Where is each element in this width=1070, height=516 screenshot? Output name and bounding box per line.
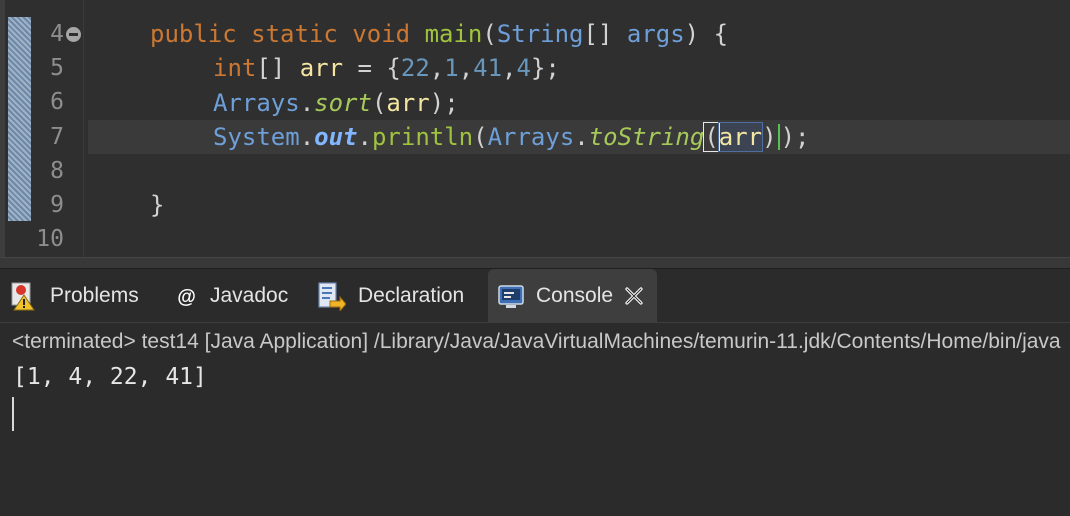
close-icon[interactable]	[623, 285, 645, 307]
occurrence-highlight: arr	[717, 122, 764, 152]
code-line-5[interactable]: 5 public static void main(String[] args)…	[0, 17, 1070, 81]
code-line-8[interactable]: 8 System.out.println(Arrays.toString(arr…	[0, 120, 1070, 184]
fold-collapse-icon[interactable]	[66, 27, 81, 42]
code-line-11[interactable]: 11	[0, 222, 1070, 256]
code-text: public static void main(String[] args) {	[150, 20, 729, 48]
console-view[interactable]: <terminated> test14 [Java Application] /…	[0, 322, 1070, 516]
view-sash[interactable]	[0, 257, 1070, 269]
terminated-status: <terminated> test14 [Java Application] /…	[12, 330, 1061, 353]
tab-declaration[interactable]: Declaration	[318, 269, 464, 322]
tab-label: Console	[536, 283, 614, 307]
console-caret	[12, 397, 14, 431]
console-output: [1, 4, 22, 41]	[13, 364, 207, 390]
tab-label: Declaration	[358, 283, 465, 307]
eclipse-window: 4 5 public static void main(String[] arg…	[0, 0, 1070, 516]
code-line-9[interactable]: 9	[0, 154, 1070, 218]
tab-console[interactable]: Console	[488, 269, 658, 322]
code-text: System.out.println(Arrays.toString(arr))…	[213, 122, 810, 152]
code-line-4[interactable]: 4	[0, 0, 1070, 47]
at-icon: @	[176, 281, 198, 311]
tab-label: Javadoc	[210, 283, 289, 307]
code-editor[interactable]: 4 5 public static void main(String[] arg…	[0, 0, 1070, 257]
matching-bracket: (	[703, 122, 720, 152]
code-line-10[interactable]: 10 }	[0, 188, 1070, 252]
code-line-7[interactable]: 7 Arrays.sort(arr);	[0, 86, 1070, 150]
code-line-6[interactable]: 6 int[] arr = {22,1,41,4};	[0, 51, 1070, 115]
code-text: Arrays.sort(arr);	[213, 89, 459, 117]
svg-text:@: @	[177, 287, 196, 308]
problems-icon	[10, 281, 38, 311]
console-icon	[498, 281, 524, 311]
tab-label: Problems	[50, 283, 139, 307]
code-text: int[] arr = {22,1,41,4};	[213, 54, 560, 82]
view-tab-bar: Problems @ Javadoc Declaration Console	[0, 269, 1070, 322]
code-text: }	[150, 191, 165, 219]
text-caret	[777, 124, 780, 150]
declaration-icon	[318, 281, 347, 312]
tab-javadoc[interactable]: @ Javadoc	[176, 269, 288, 322]
tab-problems[interactable]: Problems	[10, 269, 139, 322]
